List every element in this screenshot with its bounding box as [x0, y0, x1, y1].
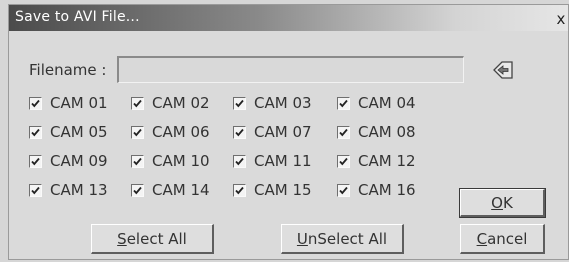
camera-label[interactable]: CAM 05 [50, 123, 108, 141]
camera-checkbox-item[interactable]: CAM 07 [233, 122, 312, 142]
checkmark-icon [235, 128, 244, 136]
checkbox[interactable] [233, 154, 246, 168]
camera-label[interactable]: CAM 09 [50, 152, 108, 170]
checkmark-icon [31, 186, 40, 194]
camera-checkbox-item[interactable]: CAM 03 [233, 93, 312, 113]
camera-label[interactable]: CAM 06 [152, 123, 210, 141]
checkmark-icon [235, 99, 244, 107]
camera-checkbox-item[interactable]: CAM 12 [337, 151, 416, 171]
camera-label[interactable]: CAM 01 [50, 94, 108, 112]
camera-checkbox-item[interactable]: CAM 14 [131, 180, 210, 200]
camera-checkbox-item[interactable]: CAM 08 [337, 122, 416, 142]
checkmark-icon [339, 128, 348, 136]
checkbox[interactable] [29, 125, 42, 139]
camera-label[interactable]: CAM 11 [254, 152, 312, 170]
checkmark-icon [235, 186, 244, 194]
camera-checkbox-item[interactable]: CAM 05 [29, 122, 108, 142]
camera-label[interactable]: CAM 16 [358, 181, 416, 199]
checkmark-icon [235, 157, 244, 165]
checkmark-icon [31, 128, 40, 136]
checkbox[interactable] [131, 183, 144, 197]
camera-label[interactable]: CAM 10 [152, 152, 210, 170]
camera-checkbox-item[interactable]: CAM 02 [131, 93, 210, 113]
cancel-mnemonic: C [476, 229, 488, 248]
checkbox[interactable] [131, 96, 144, 110]
ok-button[interactable]: OK [459, 188, 546, 218]
camera-checkbox-item[interactable]: CAM 16 [337, 180, 416, 200]
unselect-all-mnemonic: U [296, 229, 308, 248]
camera-label[interactable]: CAM 02 [152, 94, 210, 112]
cancel-label: ancel [487, 229, 528, 248]
checkmark-icon [133, 157, 142, 165]
checkbox[interactable] [29, 154, 42, 168]
checkbox[interactable] [29, 96, 42, 110]
camera-checkbox-item[interactable]: CAM 11 [233, 151, 312, 171]
checkbox[interactable] [233, 125, 246, 139]
checkbox[interactable] [29, 183, 42, 197]
camera-label[interactable]: CAM 15 [254, 181, 312, 199]
camera-checkbox-item[interactable]: CAM 04 [337, 93, 416, 113]
checkmark-icon [31, 99, 40, 107]
checkmark-icon [339, 186, 348, 194]
checkmark-icon [133, 186, 142, 194]
checkmark-icon [31, 157, 40, 165]
browse-folder-icon[interactable] [491, 59, 515, 81]
save-avi-dialog: Save to AVI File... x Filename : CAM 01 C… [8, 4, 569, 260]
checkbox[interactable] [233, 96, 246, 110]
checkbox[interactable] [337, 96, 350, 110]
checkmark-icon [133, 99, 142, 107]
camera-label[interactable]: CAM 12 [358, 152, 416, 170]
checkbox[interactable] [131, 125, 144, 139]
camera-checkbox-item[interactable]: CAM 15 [233, 180, 312, 200]
unselect-all-label: nSelect All [307, 229, 388, 248]
checkmark-icon [133, 128, 142, 136]
camera-label[interactable]: CAM 07 [254, 123, 312, 141]
checkbox[interactable] [337, 125, 350, 139]
select-all-mnemonic: S [117, 229, 127, 248]
camera-label[interactable]: CAM 13 [50, 181, 108, 199]
dialog-title: Save to AVI File... [15, 9, 140, 25]
camera-checkbox-item[interactable]: CAM 06 [131, 122, 210, 142]
select-all-button[interactable]: Select All [91, 224, 214, 254]
camera-label[interactable]: CAM 08 [358, 123, 416, 141]
ok-mnemonic: O [491, 193, 503, 212]
checkbox[interactable] [337, 183, 350, 197]
cancel-button[interactable]: Cancel [460, 224, 545, 254]
checkmark-icon [339, 157, 348, 165]
camera-label[interactable]: CAM 04 [358, 94, 416, 112]
checkmark-icon [339, 99, 348, 107]
camera-label[interactable]: CAM 03 [254, 94, 312, 112]
title-bar[interactable]: Save to AVI File... x [9, 5, 568, 31]
unselect-all-button[interactable]: UnSelect All [281, 224, 404, 254]
checkbox[interactable] [233, 183, 246, 197]
camera-checkbox-item[interactable]: CAM 13 [29, 180, 108, 200]
camera-checkbox-item[interactable]: CAM 01 [29, 93, 108, 113]
camera-checkbox-item[interactable]: CAM 09 [29, 151, 108, 171]
checkbox[interactable] [131, 154, 144, 168]
camera-checkbox-item[interactable]: CAM 10 [131, 151, 210, 171]
filename-input[interactable] [117, 56, 464, 83]
ok-label: K [502, 193, 513, 212]
checkbox[interactable] [337, 154, 350, 168]
filename-label: Filename : [29, 61, 107, 79]
close-button[interactable]: x [554, 11, 568, 27]
camera-label[interactable]: CAM 14 [152, 181, 210, 199]
select-all-label: elect All [126, 229, 187, 248]
